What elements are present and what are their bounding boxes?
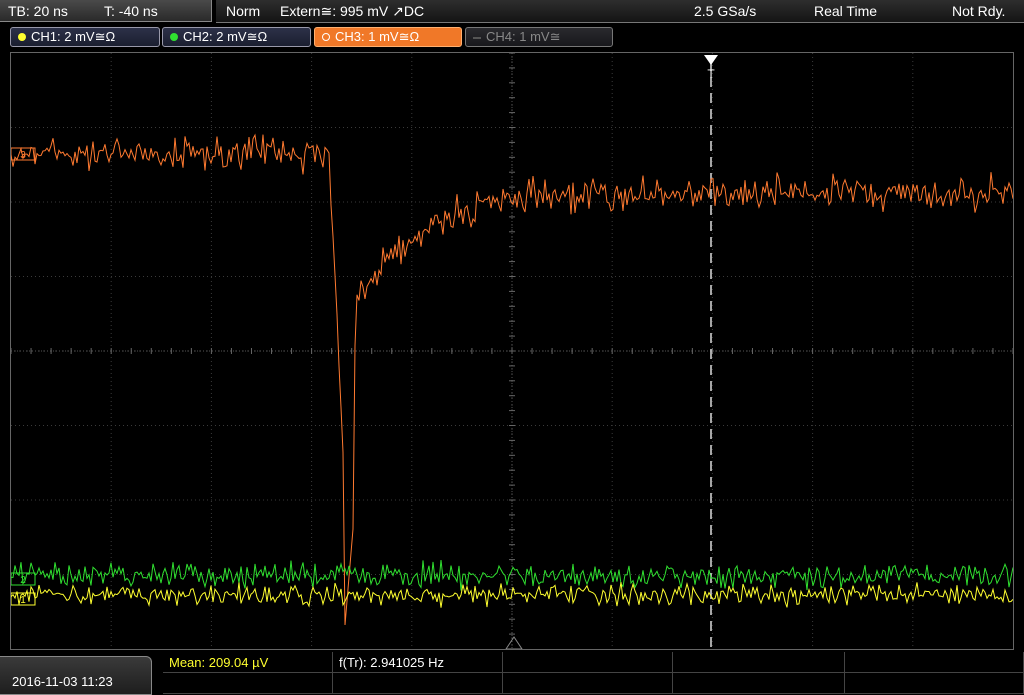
channel-2-dot-icon xyxy=(170,33,178,41)
datetime-text: 2016-11-03 11:23 xyxy=(12,674,113,689)
horizontal-position-marker-icon[interactable] xyxy=(505,636,523,649)
channel-4-label: CH4: 1 mV≅ xyxy=(486,29,561,44)
channel-3-button[interactable]: CH3: 1 mV≅Ω xyxy=(314,27,462,47)
channel-4-button[interactable]: CH4: 1 mV≅ xyxy=(465,27,613,47)
channel-3-level-label: 3 xyxy=(20,150,26,161)
measurement-mean-cell[interactable]: Mean: 209.04 µV xyxy=(163,652,333,673)
channel-1-dot-icon xyxy=(18,33,26,41)
trigger-offset-value: T: -40 ns xyxy=(104,3,158,19)
channel-1-button[interactable]: CH1: 2 mV≅Ω xyxy=(10,27,160,47)
measurement-panel[interactable]: Mean: 209.04 µV f(Tr): 2.941025 Hz xyxy=(163,652,1024,695)
sample-rate: 2.5 GSa/s xyxy=(694,3,757,19)
channel-3-label: CH3: 1 mV≅Ω xyxy=(335,29,420,44)
acquisition-status: Not Rdy. xyxy=(952,3,1006,19)
measurement-empty-cell xyxy=(503,673,673,694)
measurement-empty-cell xyxy=(163,673,333,694)
graticule xyxy=(11,53,1013,649)
channel-1-label: CH1: 2 mV≅Ω xyxy=(31,29,116,44)
timebase-value: TB: 20 ns xyxy=(8,3,68,19)
channel-4-off-icon xyxy=(473,37,481,39)
top-status-bar: TB: 20 ns T: -40 ns Norm Extern≅: 995 mV… xyxy=(0,0,1024,26)
measurement-empty-cell xyxy=(673,673,845,694)
measurement-empty-cell xyxy=(333,673,503,694)
waveform-display[interactable]: T 3 2 1 xyxy=(10,52,1014,650)
measurement-mean: Mean: 209.04 µV xyxy=(169,655,269,670)
trigger-position-marker-icon[interactable] xyxy=(704,55,718,65)
channel-1-level-marker[interactable]: 1 xyxy=(11,592,36,606)
measurement-empty-cell xyxy=(845,652,1024,673)
measurement-frequency: f(Tr): 2.941025 Hz xyxy=(339,655,445,670)
trigger-marker-label: T xyxy=(707,67,715,81)
measurement-empty-cell xyxy=(673,652,845,673)
channel-2-button[interactable]: CH2: 2 mV≅Ω xyxy=(162,27,311,47)
trigger-source: Extern≅: 995 mV ↗DC xyxy=(280,3,425,19)
measurement-empty-cell xyxy=(845,673,1024,694)
measurement-empty-cell xyxy=(503,652,673,673)
channel-3-dot-icon xyxy=(322,33,330,41)
acquisition-mode: Real Time xyxy=(814,3,878,19)
trigger-mode: Norm xyxy=(226,3,261,19)
measurement-freq-cell[interactable]: f(Tr): 2.941025 Hz xyxy=(333,652,503,673)
timebase-panel[interactable]: TB: 20 ns T: -40 ns xyxy=(0,0,212,22)
datetime-panel: 2016-11-03 11:23 xyxy=(0,656,152,695)
trigger-panel[interactable]: Norm Extern≅: 995 mV ↗DC 2.5 GSa/s Real … xyxy=(216,0,1024,23)
channel-2-level-label: 2 xyxy=(20,575,26,586)
channel-1-level-label: 1 xyxy=(20,595,26,606)
channel-2-label: CH2: 2 mV≅Ω xyxy=(183,29,268,44)
waveform-svg: T 3 2 1 xyxy=(11,53,1013,649)
